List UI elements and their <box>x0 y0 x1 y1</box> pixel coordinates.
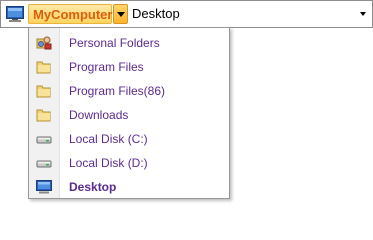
folder-icon <box>36 109 51 122</box>
menu-item-local-disk-d[interactable]: Local Disk (D:) <box>29 151 229 175</box>
menu-item-label: Local Disk (D:) <box>69 156 148 170</box>
personal-folders-icon <box>36 36 52 50</box>
folder-icon <box>36 61 51 74</box>
chevron-down-icon[interactable] <box>360 12 366 16</box>
breadcrumb: MyComputer Desktop <box>0 0 373 28</box>
breadcrumb-separator-dropdown-button[interactable] <box>113 4 128 24</box>
breadcrumb-control: MyComputer Desktop Personal Folders Prog… <box>0 0 373 210</box>
drive-icon <box>36 136 52 144</box>
menu-item-label: Program Files <box>69 60 144 74</box>
menu-item-personal-folders[interactable]: Personal Folders <box>29 31 229 55</box>
menu-item-label: Local Disk (C:) <box>69 132 148 146</box>
menu-item-label: Personal Folders <box>69 36 160 50</box>
menu-item-desktop[interactable]: Desktop <box>29 175 229 199</box>
folder-dropdown-menu: Personal Folders Program Files Program F… <box>28 27 230 199</box>
menu-item-local-disk-c[interactable]: Local Disk (C:) <box>29 127 229 151</box>
folder-icon <box>36 85 51 98</box>
menu-item-label: Program Files(86) <box>69 84 166 98</box>
menu-item-downloads[interactable]: Downloads <box>29 103 229 127</box>
computer-icon <box>6 6 24 22</box>
menu-item-label: Downloads <box>69 108 129 122</box>
menu-item-program-files-86[interactable]: Program Files(86) <box>29 79 229 103</box>
breadcrumb-root-button[interactable]: MyComputer <box>28 4 112 24</box>
drive-icon <box>36 160 52 168</box>
breadcrumb-current-item[interactable]: Desktop <box>132 5 180 23</box>
menu-item-label: Desktop <box>69 180 117 194</box>
desktop-icon <box>36 180 52 194</box>
menu-item-program-files[interactable]: Program Files <box>29 55 229 79</box>
